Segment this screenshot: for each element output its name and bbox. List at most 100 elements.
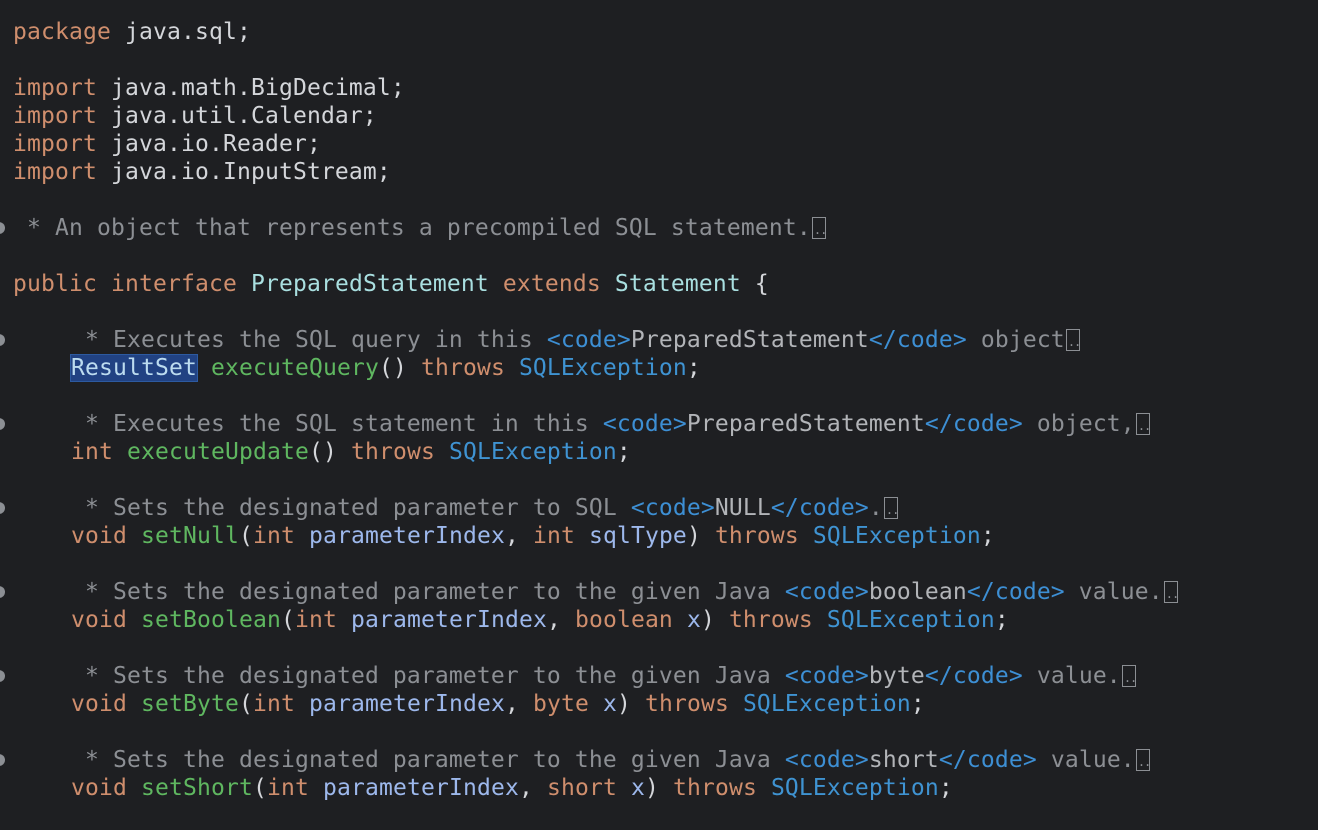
- doc-tag: <code>: [630, 495, 715, 521]
- param-name: sqlType: [588, 523, 687, 549]
- doc-tag: </code>: [938, 747, 1037, 773]
- method-doc-comment: * Executes the SQL statement in this <co…: [71, 410, 1150, 440]
- method-declaration: void setNull(int parameterIndex, int sql…: [71, 523, 995, 549]
- doc-text: * Sets the designated parameter to SQL: [71, 495, 631, 521]
- exception-type: SQLException: [742, 691, 911, 717]
- semicolon: ;: [994, 607, 1009, 633]
- doc-tag: <code>: [602, 411, 687, 437]
- package-name: java.sql;: [110, 19, 251, 45]
- param-type: int: [532, 523, 575, 549]
- param-name: x: [602, 691, 617, 717]
- method-declaration: ResultSet executeQuery() throws SQLExcep…: [70, 354, 701, 382]
- doc-text: object,: [1022, 411, 1135, 437]
- doc-text: object: [966, 327, 1065, 353]
- return-type: void: [71, 607, 127, 633]
- exception-type: SQLException: [770, 775, 939, 801]
- package-line: package java.sql;: [13, 18, 251, 46]
- doc-tag: </code>: [868, 327, 967, 353]
- keyword: throws: [644, 691, 729, 717]
- method-name: executeUpdate: [127, 439, 309, 465]
- fold-gutter-icon[interactable]: [0, 334, 5, 346]
- keyword: extends: [502, 271, 601, 297]
- doc-code-text: boolean: [868, 579, 967, 605]
- import-path: java.util.Calendar;: [96, 103, 377, 129]
- fold-gutter-icon[interactable]: [0, 418, 5, 430]
- doc-text: value.: [1022, 663, 1121, 689]
- keyword: throws: [728, 607, 813, 633]
- interface-name: PreparedStatement: [250, 271, 489, 297]
- folded-comment-icon[interactable]: [1121, 664, 1136, 692]
- param-type: byte: [532, 691, 589, 717]
- keyword: package: [13, 19, 111, 45]
- keyword: public: [13, 271, 97, 297]
- folded-comment-icon[interactable]: [811, 216, 826, 244]
- method-declaration: int executeUpdate() throws SQLException;: [71, 438, 631, 466]
- folded-comment-icon[interactable]: [883, 496, 898, 524]
- parent-interface: Statement: [614, 271, 741, 297]
- semicolon: ;: [686, 355, 701, 381]
- import-path: java.io.InputStream;: [96, 159, 391, 185]
- keyword: import: [13, 103, 97, 129]
- doc-text: value.: [1036, 747, 1135, 773]
- param-type: int: [294, 607, 337, 633]
- fold-gutter-icon[interactable]: [0, 502, 5, 514]
- method-name: executeQuery: [210, 355, 379, 381]
- semicolon: ;: [616, 439, 631, 465]
- param-type: int: [252, 691, 295, 717]
- folded-comment-icon[interactable]: [1135, 748, 1150, 776]
- keyword: import: [13, 131, 97, 157]
- fold-gutter-icon[interactable]: [0, 222, 5, 234]
- doc-tag: <code>: [784, 579, 869, 605]
- semicolon: ;: [980, 523, 995, 549]
- method-doc-comment: * Executes the SQL query in this <code>P…: [71, 326, 1080, 356]
- doc-text: * Executes the SQL query in this: [71, 327, 547, 353]
- import-line: import java.util.Calendar;: [13, 102, 377, 130]
- keyword: import: [13, 75, 97, 101]
- semicolon: ;: [910, 691, 925, 717]
- import-line: import java.io.Reader;: [13, 130, 321, 158]
- doc-text: * Executes the SQL statement in this: [71, 411, 603, 437]
- fold-gutter-icon[interactable]: [0, 670, 5, 682]
- folded-comment-icon[interactable]: [1135, 412, 1150, 440]
- folded-comment-icon[interactable]: [1163, 580, 1178, 608]
- doc-code-text: PreparedStatement: [630, 327, 869, 353]
- doc-text: * Sets the designated parameter to the g…: [71, 747, 785, 773]
- method-doc-comment: * Sets the designated parameter to the g…: [71, 578, 1178, 608]
- method-name: setByte: [141, 691, 239, 717]
- param-name: parameterIndex: [308, 691, 505, 717]
- keyword: throws: [672, 775, 757, 801]
- doc-tag: <code>: [546, 327, 631, 353]
- doc-tag: </code>: [924, 663, 1023, 689]
- exception-type: SQLException: [518, 355, 687, 381]
- return-type-selected[interactable]: ResultSet: [70, 354, 198, 382]
- doc-text: * Sets the designated parameter to the g…: [71, 663, 785, 689]
- method-doc-comment: * Sets the designated parameter to SQL <…: [71, 494, 898, 524]
- import-line: import java.io.InputStream;: [13, 158, 391, 186]
- return-type: void: [71, 523, 127, 549]
- doc-tag: </code>: [924, 411, 1023, 437]
- method-name: setNull: [141, 523, 239, 549]
- param-name: parameterIndex: [350, 607, 547, 633]
- param-name: x: [686, 607, 701, 633]
- folded-comment-icon[interactable]: [1065, 328, 1080, 356]
- keyword: throws: [714, 523, 799, 549]
- doc-text: * Sets the designated parameter to the g…: [71, 579, 785, 605]
- param-type: int: [266, 775, 309, 801]
- semicolon: ;: [938, 775, 953, 801]
- fold-gutter-icon[interactable]: [0, 754, 5, 766]
- method-doc-comment: * Sets the designated parameter to the g…: [71, 746, 1150, 776]
- brace: {: [740, 271, 769, 297]
- code-editor[interactable]: package java.sql; import java.math.BigDe…: [0, 0, 1318, 830]
- doc-text: * An object that represents a precompile…: [13, 215, 811, 241]
- doc-tag: </code>: [966, 579, 1065, 605]
- keyword: interface: [110, 271, 237, 297]
- method-declaration: void setShort(int parameterIndex, short …: [71, 775, 953, 801]
- exception-type: SQLException: [812, 523, 981, 549]
- params: (): [308, 439, 337, 465]
- return-type: void: [71, 691, 127, 717]
- keyword: throws: [350, 439, 435, 465]
- fold-gutter-icon[interactable]: [0, 586, 5, 598]
- method-doc-comment: * Sets the designated parameter to the g…: [71, 662, 1136, 692]
- exception-type: SQLException: [826, 607, 995, 633]
- doc-tag: </code>: [770, 495, 869, 521]
